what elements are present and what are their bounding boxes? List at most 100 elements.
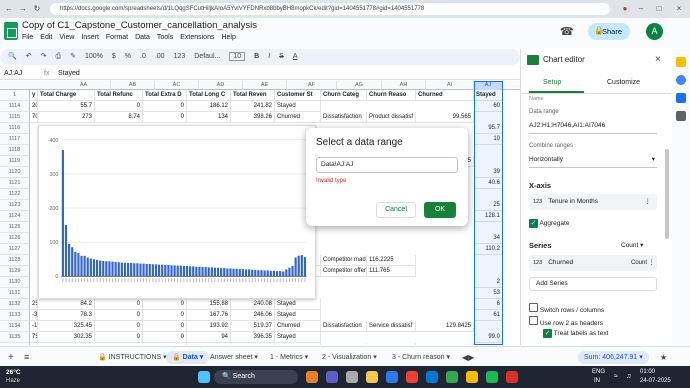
column-header[interactable]: AG	[337, 81, 382, 90]
header-cell[interactable]: Total Long C	[187, 90, 231, 101]
all-sheets-icon[interactable]: ≡	[24, 351, 29, 364]
bar[interactable]	[244, 269, 248, 277]
table-cell[interactable]: 111.765	[367, 266, 416, 277]
bar[interactable]	[254, 269, 257, 277]
file-explorer-icon[interactable]	[366, 371, 378, 383]
table-cell[interactable]: 0	[95, 299, 143, 310]
bar[interactable]	[136, 263, 139, 277]
table-cell[interactable]: 186.12	[187, 101, 231, 112]
use-row-headers-checkbox[interactable]: Use row 2 as headers	[529, 316, 603, 327]
bar[interactable]	[189, 266, 192, 277]
zoom-select[interactable]: 100%	[85, 53, 103, 60]
start-icon[interactable]	[198, 371, 210, 383]
row-number[interactable]: 1133	[0, 310, 30, 321]
column-header[interactable]: AB	[111, 81, 155, 90]
maximize-icon[interactable]: □	[652, 2, 666, 16]
chrome-icon[interactable]	[466, 371, 478, 383]
bar[interactable]	[247, 269, 251, 277]
increase-decimal-button[interactable]: .00	[155, 53, 165, 60]
bar[interactable]	[123, 262, 127, 277]
sheets-logo-icon[interactable]	[4, 22, 18, 40]
more-icon[interactable]: ⋮	[645, 194, 652, 210]
bar[interactable]	[108, 261, 111, 277]
table-cell[interactable]: Dissatisfaction	[321, 112, 367, 123]
header-cell[interactable]: Total Extra D	[143, 90, 187, 101]
menu-insert[interactable]: Insert	[81, 34, 99, 41]
table-cell[interactable]: 396.35	[231, 332, 275, 343]
bar[interactable]	[64, 225, 68, 277]
row-number[interactable]: 1124	[0, 211, 30, 222]
menu-help[interactable]: Help	[221, 34, 235, 41]
tasks-icon[interactable]	[676, 93, 686, 103]
language-line1[interactable]: ENG	[592, 369, 605, 375]
bar[interactable]	[185, 266, 189, 277]
bar[interactable]	[269, 270, 272, 277]
row-number[interactable]: 1	[0, 90, 30, 101]
tab-instructions[interactable]: 🔒 INSTRUCTIONS ▾	[98, 351, 167, 364]
document-title[interactable]: Copy of C1_Capstone_Customer_cancellatio…	[22, 20, 257, 31]
close-editor-icon[interactable]: ×	[655, 54, 661, 65]
column-header[interactable]: AD	[199, 81, 243, 90]
bar[interactable]	[216, 267, 220, 277]
menu-file[interactable]: File	[22, 34, 33, 41]
table-cell[interactable]: 246.06	[231, 310, 275, 321]
table-cell[interactable]: 398.26	[231, 112, 275, 123]
column-header[interactable]: AI	[426, 81, 474, 90]
number-format-button[interactable]: 123	[174, 53, 186, 60]
bar[interactable]	[303, 257, 307, 277]
table-cell[interactable]: Churned	[275, 343, 321, 345]
weather-temp[interactable]: 26°C	[6, 369, 21, 376]
table-cell[interactable]: 20.2	[30, 101, 38, 112]
series-aggregate-select[interactable]: Count ▾	[621, 241, 643, 249]
table-cell[interactable]: 0	[95, 101, 143, 112]
bar[interactable]	[161, 264, 164, 277]
tab-setup[interactable]: Setup	[543, 79, 561, 86]
undo-icon[interactable]: ↶	[26, 53, 32, 60]
language-line2[interactable]: IN	[594, 378, 600, 384]
table-cell[interactable]: 26.72	[187, 343, 231, 345]
table-cell[interactable]: 167.76	[187, 310, 231, 321]
cancel-button[interactable]: Cancel	[376, 202, 416, 218]
bold-button[interactable]: B	[254, 53, 259, 60]
table-cell[interactable]: 94	[187, 332, 231, 343]
row-number[interactable]: 1117	[0, 134, 30, 145]
bar[interactable]	[201, 267, 204, 277]
app-icon-4[interactable]	[446, 371, 458, 383]
print-icon[interactable]: ⎙	[55, 53, 61, 60]
bar[interactable]	[263, 270, 266, 277]
table-cell[interactable]: Dissatisfaction	[321, 321, 367, 332]
bar[interactable]	[210, 267, 213, 277]
bar[interactable]	[89, 258, 92, 277]
table-cell[interactable]: Product dissatisf	[367, 112, 416, 123]
table-cell[interactable]: 0	[143, 101, 187, 112]
tab-churn-reason[interactable]: 3 - Churn reason ▾	[392, 351, 450, 364]
app-icon-3[interactable]	[406, 371, 418, 383]
bar[interactable]	[288, 267, 291, 277]
app-icon-1[interactable]	[306, 371, 318, 383]
table-cell[interactable]: 129.8425	[416, 321, 474, 332]
table-cell[interactable]: 360.1	[38, 343, 95, 345]
bar[interactable]	[279, 271, 282, 277]
row-number[interactable]: 1128	[0, 255, 30, 266]
table-cell[interactable]: Competitor offer	[321, 266, 367, 277]
bar[interactable]	[176, 265, 179, 277]
table-cell[interactable]: 116.2225	[367, 255, 416, 266]
bar[interactable]	[179, 265, 182, 277]
bar[interactable]	[173, 265, 176, 277]
table-cell[interactable]: 0	[95, 321, 143, 332]
edge-icon[interactable]	[386, 371, 398, 383]
table-cell[interactable]: Stayed	[275, 299, 321, 310]
table-cell[interactable]: 0	[143, 321, 187, 332]
row-number[interactable]: 1119	[0, 156, 30, 167]
table-cell[interactable]: 78.3	[38, 310, 95, 321]
table-cell[interactable]: 193.92	[187, 321, 231, 332]
tab-data[interactable]: 🔒 Data ▾	[166, 351, 210, 364]
header-cell[interactable]: Churn Categ	[321, 90, 367, 101]
header-cell[interactable]: Total Reven	[231, 90, 275, 101]
bar[interactable]	[126, 262, 130, 277]
bar[interactable]	[71, 247, 74, 277]
tab-customize[interactable]: Customize	[607, 79, 640, 86]
bar[interactable]	[272, 270, 275, 277]
bar[interactable]	[291, 266, 294, 277]
formula-input[interactable]: Stayed	[58, 67, 80, 80]
